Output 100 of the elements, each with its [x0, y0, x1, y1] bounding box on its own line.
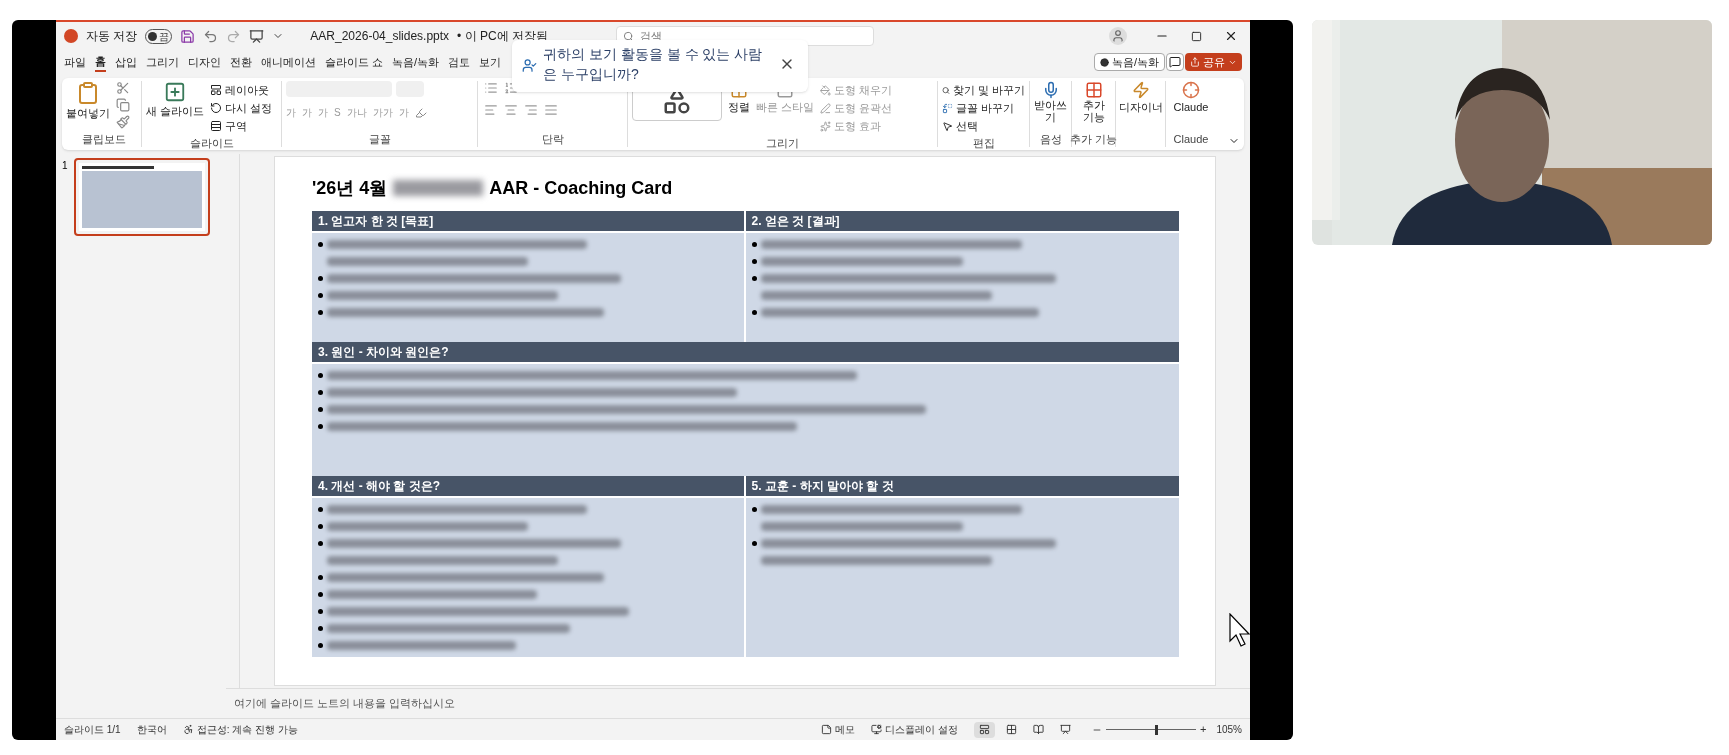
- align-left-icon: [484, 103, 498, 117]
- group-label: 슬라이드: [188, 136, 235, 151]
- group-label: 클립보드: [80, 131, 127, 147]
- ribbon-button[interactable]: 글꼴 바꾸기: [942, 99, 1025, 117]
- layout-icon: [210, 84, 223, 96]
- accessibility-icon: [182, 724, 194, 735]
- maximize-icon: [1191, 30, 1202, 42]
- group-label: 추가 기능: [1069, 131, 1118, 147]
- claude-button[interactable]: Claude: [1173, 81, 1209, 116]
- bullets-icon: [484, 81, 498, 95]
- paint-bucket-icon: [820, 84, 832, 96]
- comments-icon: [1166, 53, 1184, 71]
- format-painter-icon: [116, 115, 130, 129]
- slide-title: '26년 4월: [312, 176, 388, 200]
- ribbon-tab[interactable]: 삽입: [115, 52, 137, 72]
- ribbon-tab[interactable]: 보기: [479, 52, 502, 72]
- section-heading: 1. 얻고자 한 것 [목표]: [312, 211, 744, 233]
- ribbon-button[interactable]: 선택: [942, 117, 1025, 135]
- notes-icon: [821, 724, 833, 735]
- slide-number: 1: [62, 159, 68, 173]
- accessibility-button[interactable]: 접근성: 계속 진행 가능: [182, 722, 298, 737]
- section-heading: 2. 얻은 것 [결과]: [745, 211, 1179, 233]
- group-label: 음성: [1039, 131, 1062, 147]
- paste-button[interactable]: 붙여넣기: [66, 81, 110, 122]
- slide-title: AAR - Coaching Card: [489, 176, 673, 200]
- numbering-icon: [504, 81, 518, 95]
- ribbon-tab[interactable]: 검토: [448, 52, 471, 72]
- zoom-slider-thumb[interactable]: [1155, 724, 1159, 735]
- section-icon: [210, 120, 223, 132]
- language: 한국어: [136, 723, 167, 737]
- account-icon: [1109, 27, 1127, 45]
- reset-icon: [210, 102, 223, 114]
- justify-icon: [544, 103, 558, 117]
- search-icon: [623, 30, 634, 42]
- align-center-icon: [504, 103, 518, 117]
- cut-icon: [116, 81, 130, 95]
- align-right-icon: [524, 103, 538, 117]
- new-slide-icon: [164, 81, 187, 103]
- sparkles-icon: [820, 120, 832, 132]
- ribbon-tab[interactable]: 애니메이션: [261, 52, 316, 72]
- group-label: Claude: [1173, 131, 1209, 147]
- zoom-level: 105%: [1216, 723, 1242, 737]
- section-heading: 4. 개선 - 해야 할 것은?: [312, 476, 744, 498]
- lightning-icon: [1131, 81, 1150, 99]
- ribbon-button[interactable]: 구역: [210, 117, 273, 135]
- undo-icon: [203, 28, 219, 44]
- pointer-icon: [942, 120, 953, 132]
- clipboard-icon: [76, 81, 100, 105]
- grid-icon: [1006, 724, 1017, 735]
- ribbon-button[interactable]: 찾기 및 바꾸기: [942, 81, 1025, 99]
- book-icon: [1033, 724, 1044, 735]
- normal-view-icon: [979, 724, 990, 735]
- popup-text: 귀하의 보기 활동을 볼 수 있는 사람은 누구입니까?: [543, 45, 764, 84]
- presentation-icon: [1060, 724, 1071, 735]
- replace-icon: [942, 102, 953, 114]
- group-label: 단락: [540, 131, 565, 147]
- ribbon-tab[interactable]: 디자인: [188, 52, 221, 72]
- addins-button[interactable]: 추가 기능: [1075, 81, 1112, 123]
- copy-icon: [116, 98, 130, 112]
- slide-thumbnail[interactable]: [73, 158, 210, 236]
- ribbon-tab[interactable]: 파일: [64, 52, 86, 72]
- ribbon-tab[interactable]: 전환: [230, 52, 252, 72]
- notes-button[interactable]: 메모: [821, 722, 856, 737]
- save-icon: [180, 28, 196, 44]
- autosave-toggle[interactable]: 끔: [145, 28, 173, 44]
- designer-button[interactable]: 디자이너: [1118, 81, 1163, 116]
- slideshow-icon: [249, 28, 265, 44]
- share-icon: [1190, 57, 1200, 67]
- display-icon: [871, 724, 883, 735]
- section-heading: 3. 원인 - 차이와 원인은?: [312, 342, 1179, 364]
- grid-icon: [1084, 81, 1103, 99]
- view-button[interactable]: [974, 721, 995, 738]
- redo-icon: [226, 28, 242, 44]
- ribbon-tab[interactable]: 그리기: [146, 52, 179, 72]
- ribbon-button[interactable]: 레이아웃: [210, 81, 273, 99]
- record-button[interactable]: 녹음/녹화: [1093, 53, 1165, 71]
- new-slide-button[interactable]: 새 슬라이드: [146, 81, 205, 135]
- slide-count: 슬라이드 1/1: [64, 723, 121, 737]
- person-shield-icon: [522, 58, 537, 73]
- group-label: 글꼴: [367, 131, 392, 147]
- file-name: AAR_2026-04_slides.pptx: [310, 28, 450, 45]
- ribbon-button[interactable]: 다시 설정: [210, 99, 273, 117]
- record-icon: [1099, 57, 1109, 67]
- group-label: 그리기: [765, 136, 800, 151]
- share-button[interactable]: 공유: [1185, 53, 1242, 71]
- highlighter-icon: [414, 106, 427, 119]
- display-settings-button[interactable]: 디스플레이 설정: [871, 722, 958, 737]
- dictate-button[interactable]: 받아쓰기: [1032, 81, 1069, 123]
- search-icon: [942, 84, 950, 96]
- ribbon-tab[interactable]: 홈: [95, 52, 106, 72]
- group-label: 편집: [971, 136, 996, 151]
- app-logo-icon: [64, 29, 78, 43]
- notes-field[interactable]: 여기에 슬라이드 노트의 내용을 입력하십시오: [226, 688, 1250, 718]
- autosave-label: 자동 저장: [86, 28, 138, 45]
- zoom-slider[interactable]: [1106, 724, 1196, 735]
- zoom-in-button[interactable]: +: [1200, 721, 1207, 738]
- close-icon: [1224, 29, 1238, 43]
- section-heading: 5. 교훈 - 하지 말아야 할 것: [745, 476, 1179, 498]
- ribbon-tab[interactable]: 녹음/녹화: [392, 52, 440, 72]
- ribbon-tab[interactable]: 슬라이드 쇼: [325, 52, 384, 72]
